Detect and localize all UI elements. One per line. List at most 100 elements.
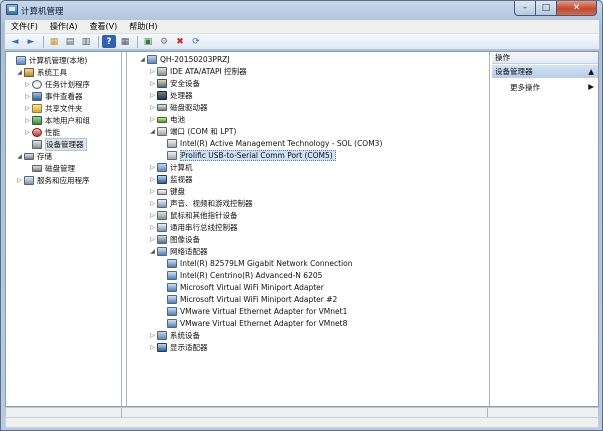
device-tree-item[interactable]: ▷ 键盘 [149,186,185,197]
navigation-tree[interactable]: 计算机管理(本地) ◢ 系统工具 ▷ 任务计划程序 ▷ 事件查看器 ▷ 共享文件夹 ▷ 本地用户和组… [6,52,122,406]
collapse-arrow-icon[interactable]: ◢ [139,56,146,63]
collapse-arrow-icon[interactable]: ◢ [16,69,23,76]
device-tree-item[interactable]: VMware Virtual Ethernet Adapter for VMne… [159,318,347,329]
nav-tree-item[interactable]: 磁盘管理 [24,163,75,174]
actions-pane: 操作 设备管理器 ▲ 更多操作 ▶ [492,52,598,406]
nav-tree-item[interactable]: ◢ 存储 [16,151,52,162]
collapse-arrow-icon[interactable]: ◢ [149,248,156,255]
expand-arrow-icon[interactable]: ▷ [149,92,156,99]
collapse-arrow-icon[interactable]: ◢ [149,128,156,135]
menu-help[interactable]: 帮助(H) [123,21,163,32]
nav-tree-item[interactable]: 设备管理器 [24,138,87,151]
device-tree[interactable]: ◢ QH-20150203PRZJ ▷ IDE ATA/ATAPI 控制器 ▷ 安全设备 ▷… [126,52,490,406]
expand-arrow-icon[interactable]: ▷ [149,224,156,231]
tree-item-label: 鼠标和其他指针设备 [170,211,238,220]
nav-tree-item[interactable]: ▷ 性能 [24,127,60,138]
expand-arrow-icon[interactable]: ▷ [149,80,156,87]
device-tree-item[interactable]: ▷ 显示适配器 [149,342,208,353]
nav-tree-item[interactable]: ▷ 共享文件夹 [24,103,83,114]
device-tree-item[interactable]: Microsoft Virtual WiFi Miniport Adapter … [159,294,337,305]
expand-arrow-icon[interactable]: ▷ [24,93,31,100]
collapse-arrow-icon[interactable]: ◢ [16,153,23,160]
toolbar-separator [43,35,44,48]
device-tree-item[interactable]: ▷ 监视器 [149,174,193,185]
up-folder-icon[interactable]: ▦ [47,35,61,48]
device-tree-item[interactable]: ▷ 通用串行总线控制器 [149,222,238,233]
expand-arrow-icon[interactable]: ▷ [149,176,156,183]
device-tree-item[interactable]: ▷ 图像设备 [149,234,200,245]
actions-section-device-manager[interactable]: 设备管理器 ▲ [492,65,598,78]
scan-hardware-icon[interactable]: ⟳ [189,35,203,48]
device-tree-item[interactable]: Prolific USB-to-Serial Comm Port (COM5) [159,150,336,161]
properties-icon[interactable]: ▥ [79,35,93,48]
expand-arrow-icon[interactable]: ▷ [149,68,156,75]
expand-arrow-icon[interactable]: ▷ [16,177,23,184]
expand-arrow-icon[interactable]: ▷ [24,105,31,112]
expand-arrow-icon[interactable]: ▷ [24,117,31,124]
device-tree-item[interactable]: Intel(R) Active Management Technology - … [159,138,382,149]
toolbar-separator [137,35,138,48]
expand-arrow-icon[interactable]: ▷ [149,236,156,243]
device-tree-item[interactable]: ◢ 端口 (COM 和 LPT) [149,126,236,137]
help-icon[interactable]: ? [102,35,116,48]
device-tree-item[interactable]: Microsoft Virtual WiFi Miniport Adapter [159,282,324,293]
close-button[interactable]: ✕ [557,1,597,16]
expand-arrow-icon[interactable]: ▷ [149,332,156,339]
clock-icon [32,80,42,89]
nav-tree-item[interactable]: ◢ 系统工具 [16,67,67,78]
device-tree-item[interactable]: ▷ 安全设备 [149,78,200,89]
device-tree-item[interactable]: ▷ 声音、视频和游戏控制器 [149,198,253,209]
maximize-button[interactable]: □ [536,1,557,16]
device-tree-item[interactable]: Intel(R) 82579LM Gigabit Network Connect… [159,258,353,269]
device-tree-item[interactable]: ▷ 磁盘驱动器 [149,102,207,113]
device-tree-item[interactable]: ▷ 计算机 [149,162,193,173]
device-tree-item[interactable]: ▷ IDE ATA/ATAPI 控制器 [149,66,247,77]
users-icon [32,116,42,125]
nav-tree-item[interactable]: ▷ 事件查看器 [24,91,83,102]
back-icon[interactable]: ◄ [8,35,22,48]
nav-tree-item[interactable]: ▷ 本地用户和组 [24,115,90,126]
collapse-up-icon[interactable]: ▲ [588,65,594,78]
network-icon [167,295,177,304]
device-tree-item[interactable]: VMware Virtual Ethernet Adapter for VMne… [159,306,347,317]
tree-item-label: IDE ATA/ATAPI 控制器 [170,67,247,76]
device-tree-item[interactable]: ◢ QH-20150203PRZJ [139,54,230,65]
expand-arrow-icon[interactable]: ▷ [149,344,156,351]
nav-tree-item[interactable]: ▷ 服务和应用程序 [16,175,90,186]
nav-tree-item[interactable]: 计算机管理(本地) [8,55,87,66]
menu-action[interactable]: 操作(A) [44,21,84,32]
expand-arrow-icon[interactable]: ▷ [149,116,156,123]
computer-management-icon [6,4,18,15]
action-pane-icon[interactable]: ▦ [118,35,132,48]
device-tree-item[interactable]: ◢ 网络适配器 [149,246,208,257]
expand-arrow-icon[interactable]: ▷ [149,104,156,111]
disk-icon [32,165,42,172]
port-icon [157,127,167,136]
minimize-button[interactable]: – [514,1,536,16]
device-tree-item[interactable]: ▷ 鼠标和其他指针设备 [149,210,238,221]
expand-arrow-icon[interactable]: ▷ [24,81,31,88]
device-tree-item[interactable]: ▷ 处理器 [149,90,193,101]
device-tree-item[interactable]: Intel(R) Centrino(R) Advanced-N 6205 [159,270,322,281]
title-bar[interactable]: 计算机管理 – □ ✕ [1,1,602,20]
expand-arrow-icon[interactable]: ▷ [149,200,156,207]
disable-device-icon[interactable]: ⚙ [157,35,171,48]
expand-arrow-icon[interactable]: ▷ [149,188,156,195]
expand-arrow-icon[interactable]: ▷ [149,212,156,219]
more-actions-item[interactable]: 更多操作 ▶ [510,82,598,93]
submenu-arrow-icon: ▶ [588,82,594,91]
nav-tree-item[interactable]: ▷ 任务计划程序 [24,79,90,90]
expand-arrow-icon[interactable]: ▷ [24,129,31,136]
update-driver-icon[interactable]: ▣ [141,35,155,48]
device-tree-item[interactable]: ▷ 系统设备 [149,330,200,341]
tree-item-label: Intel(R) Active Management Technology - … [180,139,383,148]
uninstall-device-icon[interactable]: ✖ [173,35,187,48]
horizontal-scrollbar[interactable] [5,408,599,417]
device-tree-item[interactable]: ▷ 电池 [149,114,185,125]
show-hide-tree-icon[interactable]: ▤ [63,35,77,48]
menu-view[interactable]: 查看(V) [84,21,124,32]
expand-arrow-icon[interactable]: ▷ [149,164,156,171]
tree-item-label: 磁盘管理 [45,164,75,173]
menu-file[interactable]: 文件(F) [5,21,44,32]
forward-icon[interactable]: ► [24,35,38,48]
